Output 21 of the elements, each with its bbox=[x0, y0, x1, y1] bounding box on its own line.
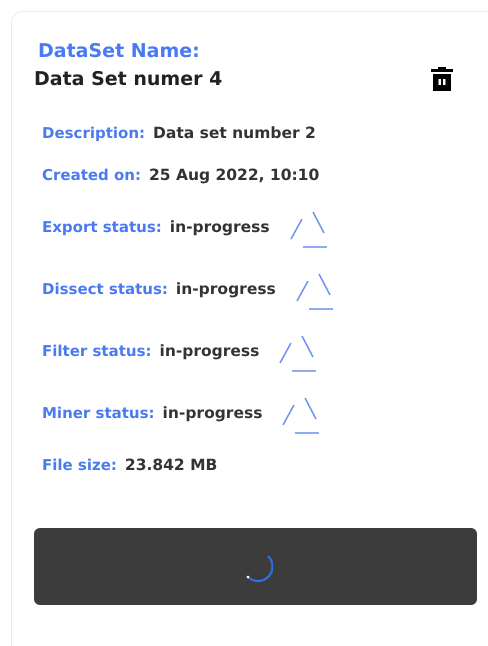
field-label: Created on: bbox=[42, 166, 141, 184]
field-value: in-progress bbox=[176, 280, 276, 298]
dataset-name: Data Set numer 4 bbox=[34, 68, 222, 90]
field-label: Dissect status: bbox=[42, 280, 168, 298]
field-label: File size: bbox=[42, 456, 117, 474]
field-label: Miner status: bbox=[42, 404, 155, 422]
trash-icon[interactable] bbox=[430, 66, 454, 92]
field-value: in-progress bbox=[170, 218, 270, 236]
field-label: Description: bbox=[42, 124, 146, 142]
field-label: Export status: bbox=[42, 218, 162, 236]
field-label: Filter status: bbox=[42, 342, 152, 360]
loading-icon bbox=[296, 273, 334, 311]
loading-icon bbox=[279, 335, 318, 373]
field-value: in-progress bbox=[162, 404, 262, 422]
field-value: 25 Aug 2022, 10:10 bbox=[149, 166, 320, 184]
field-value: 23.842 MB bbox=[124, 456, 218, 474]
field-value: Data set number 2 bbox=[153, 124, 316, 142]
dataset-name-label: DataSet Name: bbox=[38, 40, 200, 62]
loading-icon bbox=[282, 397, 320, 435]
loading-icon bbox=[290, 211, 328, 249]
field-value: in-progress bbox=[160, 342, 260, 360]
